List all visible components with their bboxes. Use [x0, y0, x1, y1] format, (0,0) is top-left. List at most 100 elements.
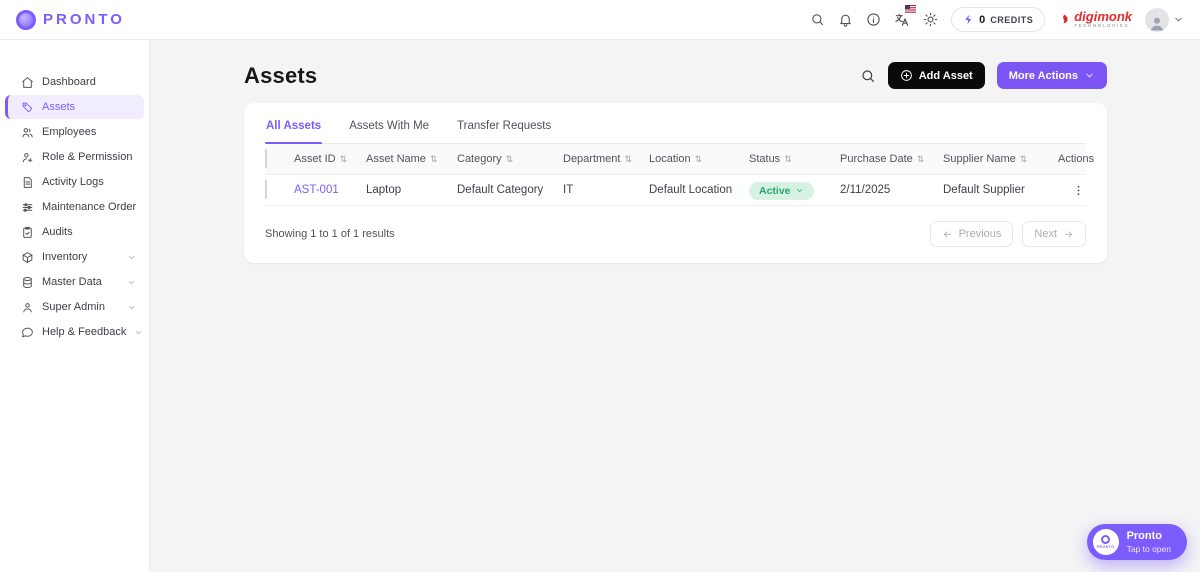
chevron-down-icon: [795, 186, 804, 195]
column-header-location[interactable]: Location⇅: [649, 153, 749, 165]
sidebar-item-inventory[interactable]: Inventory: [5, 245, 144, 269]
sidebar-item-label: Assets: [42, 101, 136, 113]
add-asset-button[interactable]: Add Asset: [888, 62, 985, 89]
super-admin-icon: [21, 301, 34, 314]
master-data-icon: [21, 276, 34, 289]
partner-logo[interactable]: digimonk TECHNOLOGIES: [1058, 10, 1132, 29]
sidebar-item-label: Dashboard: [42, 76, 136, 88]
tab-all-assets[interactable]: All Assets: [265, 116, 322, 143]
sidebar-item-label: Help & Feedback: [42, 326, 126, 338]
supplier-name-cell: Default Supplier: [943, 184, 1058, 196]
credits-count: 0: [979, 14, 985, 26]
sidebar-item-label: Inventory: [42, 251, 119, 263]
user-menu[interactable]: [1145, 8, 1184, 32]
more-actions-button[interactable]: More Actions: [997, 62, 1107, 89]
column-header-asset-name[interactable]: Asset Name⇅: [366, 153, 457, 165]
lightning-bolt-icon: [963, 13, 974, 26]
sidebar-item-maintenance-order[interactable]: Maintenance Order: [5, 195, 144, 219]
plus-circle-icon: [900, 69, 913, 82]
column-header-status[interactable]: Status⇅: [749, 153, 840, 165]
chevron-down-icon: [1084, 70, 1095, 81]
sidebar-item-label: Master Data: [42, 276, 119, 288]
location-cell: Default Location: [649, 184, 749, 196]
sidebar-item-label: Audits: [42, 226, 136, 238]
notifications-bell-icon[interactable]: [838, 12, 853, 27]
asset-id-link[interactable]: AST-001: [294, 184, 366, 196]
pronto-assistant-widget[interactable]: PRONTO Pronto Tap to open: [1087, 524, 1187, 560]
arrow-left-icon: [942, 229, 953, 240]
chevron-down-icon: [127, 278, 136, 287]
maintenance-order-icon: [21, 201, 34, 214]
sidebar-item-audits[interactable]: Audits: [5, 220, 144, 244]
widget-title: Pronto: [1127, 530, 1171, 543]
column-header-asset-id[interactable]: Asset ID⇅: [294, 153, 366, 165]
sidebar-item-role-permission[interactable]: Role & Permission: [5, 145, 144, 169]
purchase-date-cell: 2/11/2025: [840, 184, 943, 196]
dashboard-icon: [21, 76, 34, 89]
select-all-checkbox[interactable]: [265, 149, 267, 168]
role-permission-icon: [21, 151, 34, 164]
info-icon[interactable]: [866, 12, 881, 27]
sidebar-item-employees[interactable]: Employees: [5, 120, 144, 144]
sort-icon: ⇅: [917, 155, 925, 164]
arrow-right-icon: [1063, 229, 1074, 240]
row-checkbox[interactable]: [265, 180, 267, 199]
chevron-down-icon: [134, 328, 143, 337]
column-header-supplier-name[interactable]: Supplier Name⇅: [943, 153, 1058, 165]
sidebar-item-label: Role & Permission: [42, 151, 136, 163]
sidebar-item-help-feedback[interactable]: Help & Feedback: [5, 320, 144, 344]
sidebar-item-super-admin[interactable]: Super Admin: [5, 295, 144, 319]
table-row: AST-001 Laptop Default Category IT Defau…: [265, 175, 1086, 206]
main-content: Assets Add Asset More Actions All Assets…: [150, 40, 1200, 572]
search-icon[interactable]: [810, 12, 825, 27]
column-header-actions: Actions: [1058, 153, 1094, 165]
tab-transfer-requests[interactable]: Transfer Requests: [456, 116, 552, 143]
results-summary: Showing 1 to 1 of 1 results: [265, 228, 395, 240]
audits-icon: [21, 226, 34, 239]
pronto-logo-icon: [16, 10, 36, 30]
brand[interactable]: PRONTO: [16, 10, 125, 30]
pronto-widget-logo-icon: PRONTO: [1093, 529, 1119, 555]
table-header-row: Asset ID⇅ Asset Name⇅ Category⇅ Departme…: [265, 144, 1086, 175]
department-cell: IT: [563, 184, 649, 196]
help-feedback-icon: [21, 326, 34, 339]
sidebar-item-label: Super Admin: [42, 301, 119, 313]
sidebar-item-activity-logs[interactable]: Activity Logs: [5, 170, 144, 194]
assets-icon: [21, 101, 34, 114]
row-actions-menu-icon[interactable]: [1072, 184, 1085, 197]
page-title: Assets: [244, 63, 317, 89]
brand-name: PRONTO: [43, 11, 125, 28]
tab-assets-with-me[interactable]: Assets With Me: [348, 116, 430, 143]
column-header-department[interactable]: Department⇅: [563, 153, 649, 165]
sidebar-item-label: Employees: [42, 126, 136, 138]
previous-page-button[interactable]: Previous: [930, 221, 1014, 247]
chevron-down-icon: [1173, 14, 1184, 25]
credits-label: CREDITS: [990, 15, 1033, 25]
sort-icon: ⇅: [430, 155, 438, 164]
credits-pill[interactable]: 0 CREDITS: [951, 7, 1045, 32]
status-badge[interactable]: Active: [749, 182, 814, 200]
sidebar-item-master-data[interactable]: Master Data: [5, 270, 144, 294]
sort-icon: ⇅: [624, 155, 632, 164]
sidebar: Dashboard Assets Employees Role & Permis…: [0, 40, 150, 572]
tabs-bar: All Assets Assets With Me Transfer Reque…: [265, 116, 1086, 144]
sort-icon: ⇅: [784, 155, 792, 164]
topbar: PRONTO 0 CREDITS digimonk TECHNOLOGIES: [0, 0, 1200, 40]
table-search-icon[interactable]: [860, 68, 876, 84]
sidebar-item-label: Maintenance Order: [42, 201, 136, 213]
next-page-button[interactable]: Next: [1022, 221, 1086, 247]
digimonk-flame-icon: [1058, 12, 1071, 28]
theme-sun-icon[interactable]: [923, 12, 938, 27]
employees-icon: [21, 126, 34, 139]
sort-icon: ⇅: [1020, 155, 1028, 164]
partner-name: digimonk: [1074, 10, 1132, 23]
assets-card: All Assets Assets With Me Transfer Reque…: [244, 103, 1107, 263]
sidebar-item-label: Activity Logs: [42, 176, 136, 188]
asset-name-cell: Laptop: [366, 184, 457, 196]
language-translate-icon[interactable]: [894, 12, 910, 28]
column-header-purchase-date[interactable]: Purchase Date⇅: [840, 153, 943, 165]
sidebar-item-assets[interactable]: Assets: [5, 95, 144, 119]
column-header-category[interactable]: Category⇅: [457, 153, 563, 165]
sidebar-item-dashboard[interactable]: Dashboard: [5, 70, 144, 94]
widget-subtitle: Tap to open: [1127, 544, 1171, 554]
